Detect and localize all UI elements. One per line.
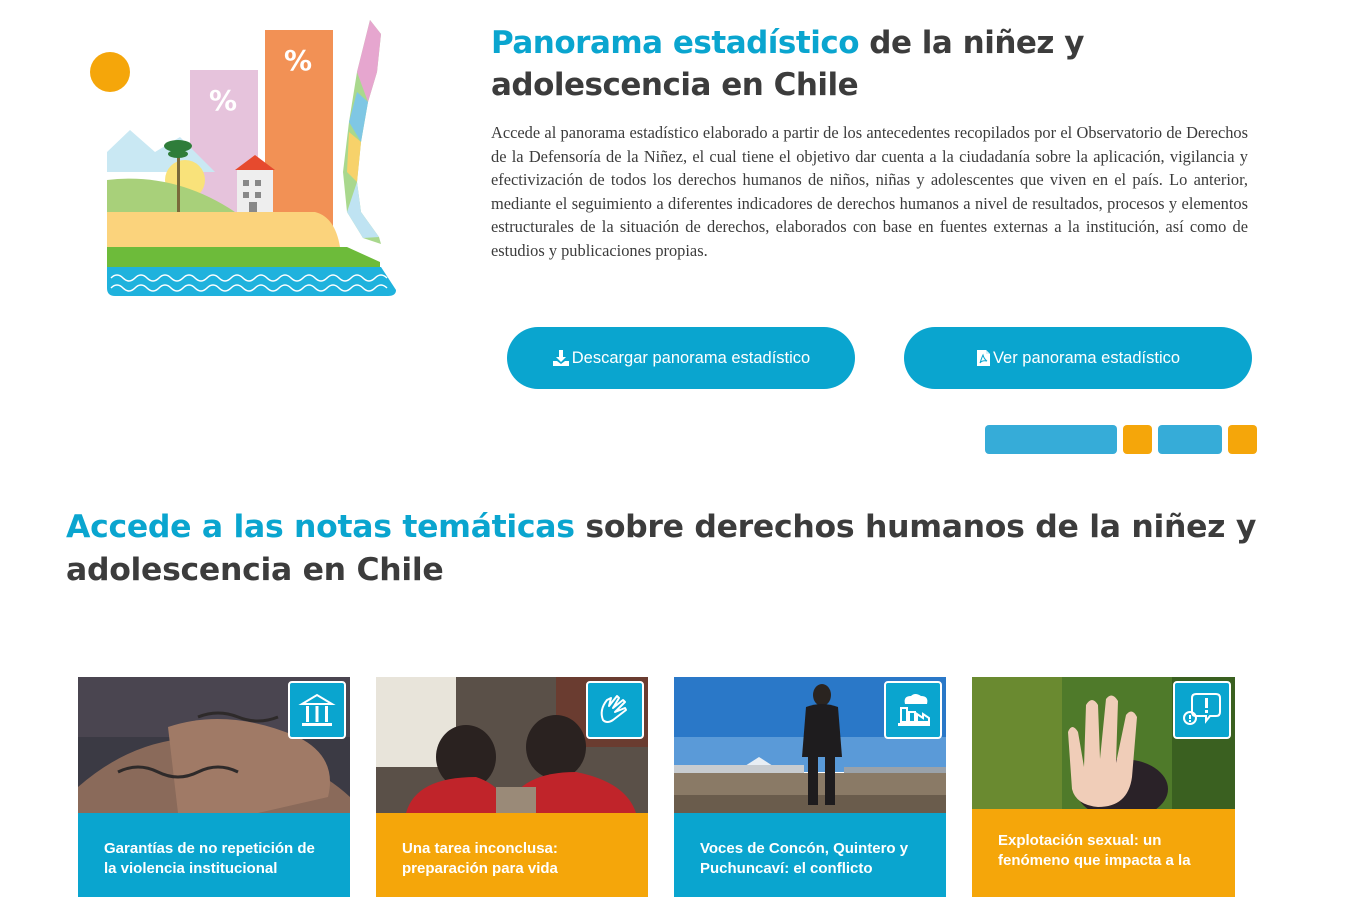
notes-title-accent: Accede a las notas temáticas — [66, 509, 575, 545]
carousel-dot-1[interactable] — [985, 425, 1117, 454]
carousel-dot-3[interactable] — [1158, 425, 1222, 454]
download-icon — [552, 350, 569, 366]
factory-pollution-icon — [884, 681, 942, 739]
carousel-dot-4[interactable] — [1228, 425, 1257, 454]
note-card-caption: Explotación sexual: un fenómeno que impa… — [972, 809, 1235, 897]
panorama-title-accent: Panorama estadístico — [491, 25, 860, 61]
bar-label-2: % — [284, 44, 312, 77]
note-card-concon-quintero[interactable]: Voces de Concón, Quintero y Puchuncaví: … — [674, 677, 946, 897]
download-panorama-button[interactable]: Descargar panorama estadístico — [507, 327, 855, 389]
carousel-dot-2[interactable] — [1123, 425, 1152, 454]
note-card-caption: Garantías de no repetición de la violenc… — [78, 813, 350, 897]
note-card-caption: Voces de Concón, Quintero y Puchuncaví: … — [674, 813, 946, 897]
download-panorama-label: Descargar panorama estadístico — [571, 348, 811, 367]
institution-icon — [288, 681, 346, 739]
note-card-preparacion-vida[interactable]: Una tarea inconclusa: preparación para v… — [376, 677, 648, 897]
note-card-caption: Una tarea inconclusa: preparación para v… — [376, 813, 648, 897]
bar-label-1: % — [209, 84, 237, 117]
carousel-pagination — [985, 425, 1257, 454]
alert-person-icon — [1173, 681, 1231, 739]
note-card-violencia-institucional[interactable]: Garantías de no repetición de la violenc… — [78, 677, 350, 897]
view-panorama-button[interactable]: Ver panorama estadístico — [904, 327, 1252, 389]
hands-icon — [586, 681, 644, 739]
panorama-illustration: % % — [85, 12, 405, 302]
note-card-explotacion-sexual[interactable]: Explotación sexual: un fenómeno que impa… — [972, 677, 1235, 897]
view-panorama-label: Ver panorama estadístico — [992, 348, 1181, 367]
panorama-title: Panorama estadístico de la niñez y adole… — [491, 22, 1251, 106]
notes-section-title: Accede a las notas temáticas sobre derec… — [66, 506, 1266, 592]
pdf-file-icon — [976, 350, 990, 366]
panorama-description: Accede al panorama estadístico elaborado… — [491, 123, 1248, 260]
